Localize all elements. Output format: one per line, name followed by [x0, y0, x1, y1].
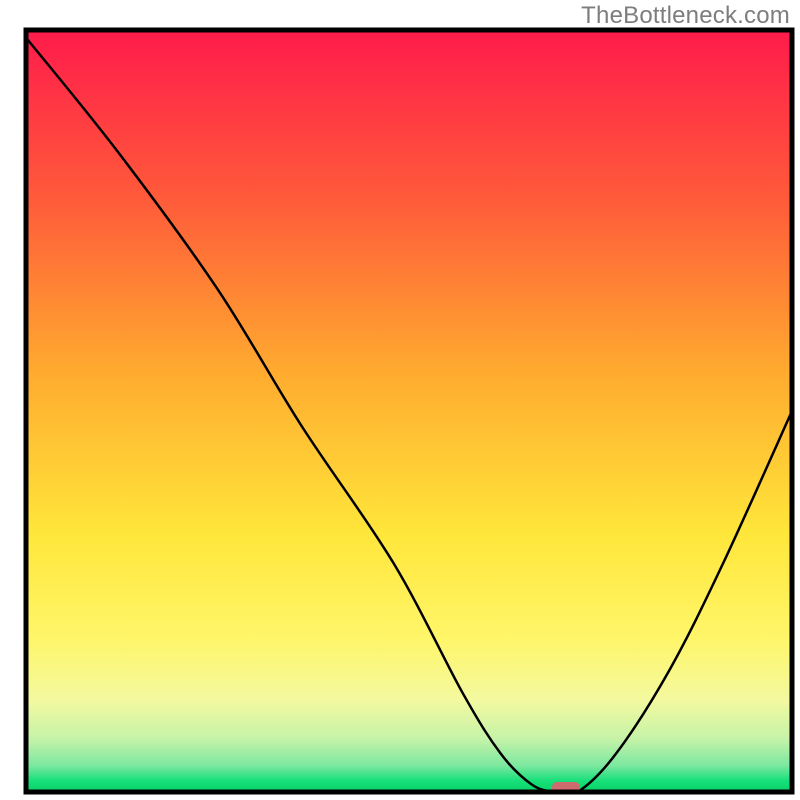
watermark-text: TheBottleneck.com	[581, 2, 790, 30]
gradient-background	[26, 30, 792, 792]
bottleneck-chart	[0, 0, 800, 800]
chart-container: TheBottleneck.com	[0, 0, 800, 800]
plot-area	[26, 30, 792, 795]
